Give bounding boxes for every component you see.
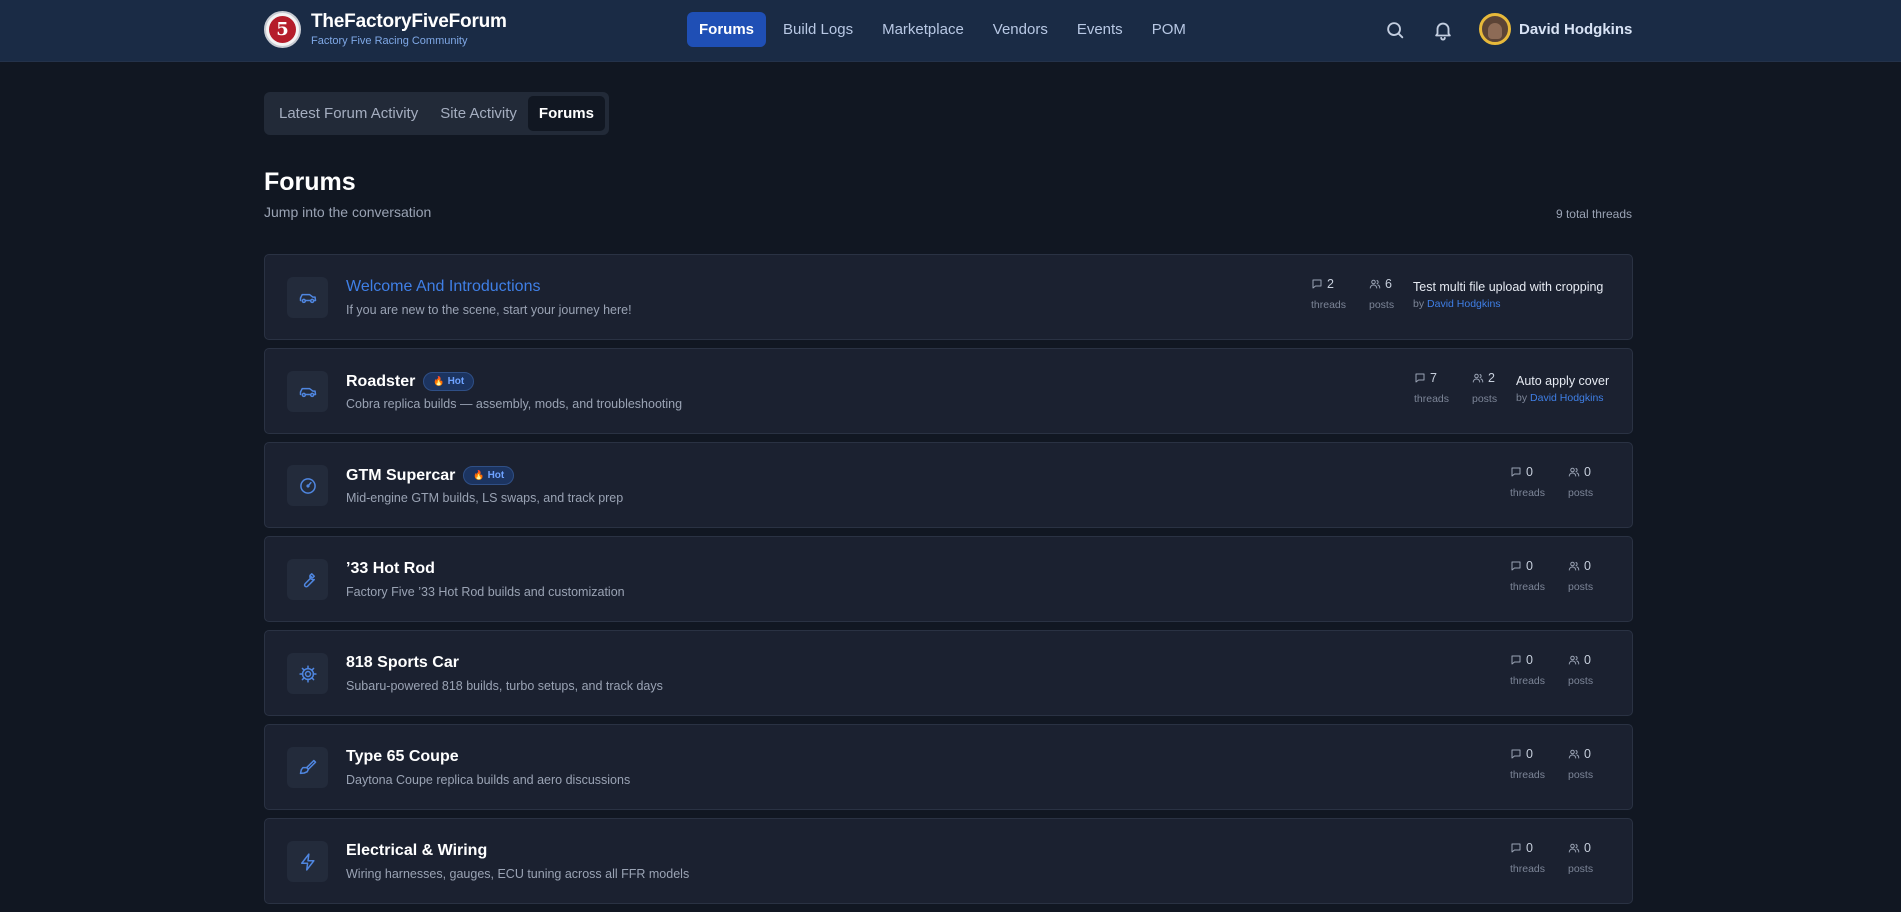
forum-row[interactable]: RoadsterHot Cobra replica builds — assem… <box>264 348 1633 434</box>
threads-stat: 0 threads <box>1510 465 1546 499</box>
total-threads-count: 9 total threads <box>1555 207 1632 221</box>
latest-post-title[interactable]: Auto apply cover <box>1516 374 1609 388</box>
forum-title[interactable]: Welcome And Introductions <box>346 278 540 296</box>
users-icon <box>1568 843 1580 853</box>
main-nav: Forums Build Logs Marketplace Vendors Ev… <box>687 12 1203 47</box>
tab-forums[interactable]: Forums <box>527 96 605 131</box>
brand-title: TheFactoryFiveForum <box>311 11 507 32</box>
comment-icon <box>1415 373 1425 383</box>
comment-icon <box>1511 749 1521 759</box>
users-icon <box>1568 749 1580 759</box>
comment-icon <box>1511 655 1521 665</box>
users-icon <box>1568 561 1580 571</box>
bell-icon[interactable] <box>1432 19 1454 41</box>
posts-stat: 0 posts <box>1568 559 1594 593</box>
threads-stat: 0 threads <box>1510 653 1546 687</box>
forum-title[interactable]: Electrical & Wiring <box>346 842 487 860</box>
activity-tabs: Latest Forum Activity Site Activity Foru… <box>264 92 609 135</box>
forum-title[interactable]: RoadsterHot <box>346 372 475 391</box>
user-name: David Hodgkins <box>1519 20 1633 38</box>
latest-post-author[interactable]: David Hodgkins <box>1530 392 1604 404</box>
gauge-icon <box>287 465 328 506</box>
latest-post-author[interactable]: David Hodgkins <box>1427 298 1501 310</box>
brand-text: TheFactoryFiveForum Factory Five Racing … <box>311 11 507 48</box>
tab-latest-forum-activity[interactable]: Latest Forum Activity <box>268 96 429 131</box>
threads-stat: 0 threads <box>1510 747 1546 781</box>
hot-badge: Hot <box>423 372 475 391</box>
nav-forums[interactable]: Forums <box>687 12 767 47</box>
latest-post-title[interactable]: Test multi file upload with cropping <box>1413 280 1603 294</box>
users-icon <box>1568 655 1580 665</box>
nav-vendors[interactable]: Vendors <box>981 12 1060 47</box>
gear-icon <box>287 653 328 694</box>
brand-link[interactable]: 5 TheFactoryFiveForum Factory Five Racin… <box>264 11 507 48</box>
search-icon[interactable] <box>1384 19 1406 41</box>
comment-icon <box>1511 561 1521 571</box>
users-icon <box>1472 373 1484 383</box>
forum-description: Cobra replica builds — assembly, mods, a… <box>346 397 683 411</box>
paintbrush-icon <box>287 747 328 788</box>
nav-marketplace[interactable]: Marketplace <box>870 12 976 47</box>
lightning-icon <box>287 841 328 882</box>
forum-title[interactable]: ’33 Hot Rod <box>346 560 435 578</box>
forum-row[interactable]: ’33 Hot Rod Factory Five ’33 Hot Rod bui… <box>264 536 1633 622</box>
forum-description: Subaru-powered 818 builds, turbo setups,… <box>346 679 663 693</box>
forum-row[interactable]: Welcome And Introductions If you are new… <box>264 254 1633 340</box>
comment-icon <box>1511 467 1521 477</box>
page-subtitle: Jump into the conversation <box>264 204 432 220</box>
posts-stat: 6 posts <box>1369 277 1395 311</box>
threads-stat: 7 threads <box>1414 371 1450 405</box>
forum-row[interactable]: Type 65 Coupe Daytona Coupe replica buil… <box>264 724 1633 810</box>
tab-site-activity[interactable]: Site Activity <box>429 96 528 131</box>
nav-events[interactable]: Events <box>1065 12 1135 47</box>
forum-title[interactable]: Type 65 Coupe <box>346 748 459 766</box>
forum-title[interactable]: 818 Sports Car <box>346 654 459 672</box>
posts-stat: 0 posts <box>1568 653 1594 687</box>
comment-icon <box>1511 843 1521 853</box>
threads-stat: 0 threads <box>1510 559 1546 593</box>
car-icon <box>287 277 328 318</box>
brand-subtitle: Factory Five Racing Community <box>311 35 468 47</box>
latest-post[interactable]: Test multi file upload with cropping by … <box>1413 280 1603 310</box>
posts-stat: 0 posts <box>1568 841 1594 875</box>
avatar <box>1479 13 1511 45</box>
users-icon <box>1369 279 1381 289</box>
nav-pom[interactable]: POM <box>1140 12 1198 47</box>
nav-build-logs[interactable]: Build Logs <box>771 12 865 47</box>
forum-description: Wiring harnesses, gauges, ECU tuning acr… <box>346 867 690 881</box>
threads-stat: 2 threads <box>1311 277 1347 311</box>
comment-icon <box>1312 279 1322 289</box>
car-icon <box>287 371 328 412</box>
top-navigation-bar: 5 TheFactoryFiveForum Factory Five Racin… <box>0 0 1901 62</box>
posts-stat: 0 posts <box>1568 465 1594 499</box>
forum-description: If you are new to the scene, start your … <box>346 303 632 317</box>
page-title: Forums <box>264 168 356 196</box>
threads-stat: 0 threads <box>1510 841 1546 875</box>
forum-title[interactable]: GTM SupercarHot <box>346 466 515 485</box>
users-icon <box>1568 467 1580 477</box>
latest-post[interactable]: Auto apply cover by David Hodgkins <box>1516 374 1609 404</box>
user-menu[interactable]: David Hodgkins <box>1479 13 1632 45</box>
forum-row[interactable]: 818 Sports Car Subaru-powered 818 builds… <box>264 630 1633 716</box>
forum-description: Factory Five ’33 Hot Rod builds and cust… <box>346 585 625 599</box>
forum-description: Daytona Coupe replica builds and aero di… <box>346 773 631 787</box>
forum-list: Welcome And Introductions If you are new… <box>264 254 1633 912</box>
forum-row[interactable]: GTM SupercarHot Mid-engine GTM builds, L… <box>264 442 1633 528</box>
site-logo-icon: 5 <box>264 11 301 48</box>
forum-row[interactable]: Electrical & Wiring Wiring harnesses, ga… <box>264 818 1633 904</box>
posts-stat: 2 posts <box>1472 371 1498 405</box>
wrench-icon <box>287 559 328 600</box>
forum-description: Mid-engine GTM builds, LS swaps, and tra… <box>346 491 624 505</box>
hot-badge: Hot <box>463 466 515 485</box>
posts-stat: 0 posts <box>1568 747 1594 781</box>
